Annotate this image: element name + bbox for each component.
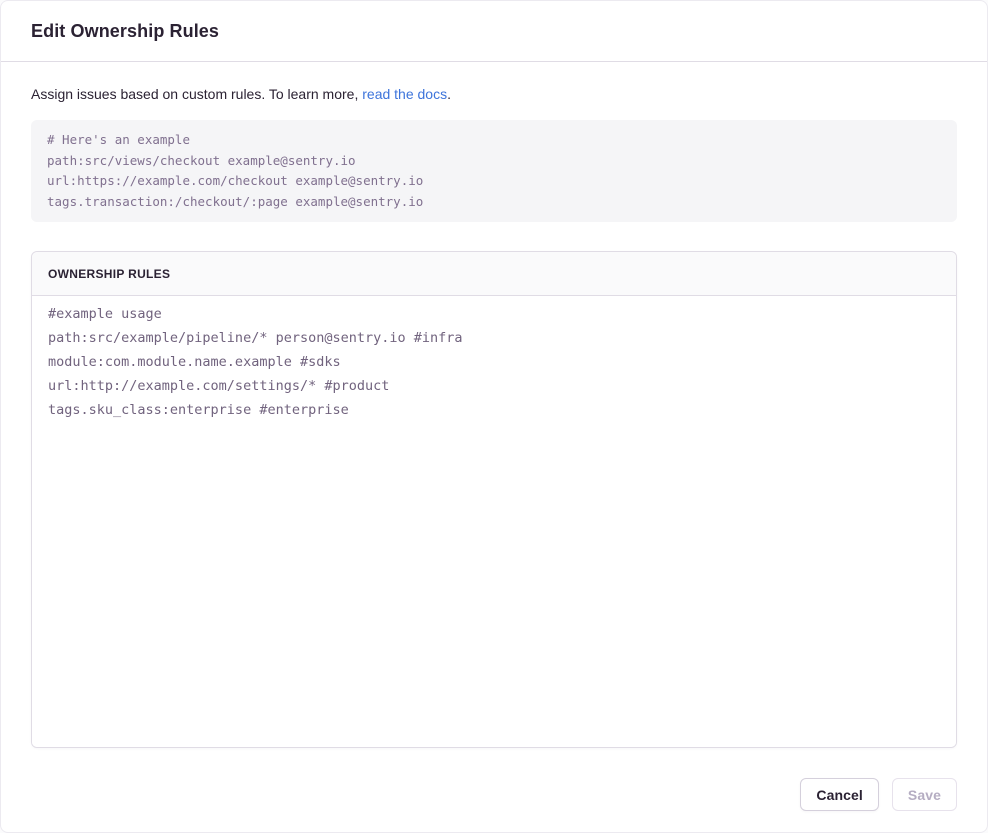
description-text: Assign issues based on custom rules. To … (31, 86, 362, 102)
ownership-rules-textarea[interactable]: #example usage path:src/example/pipeline… (32, 296, 956, 747)
example-code-line: path:src/views/checkout example@sentry.i… (47, 151, 941, 172)
description-suffix: . (447, 86, 451, 102)
modal-header: Edit Ownership Rules (1, 1, 987, 62)
example-code-block: # Here's an example path:src/views/check… (31, 120, 957, 222)
example-code-line: url:https://example.com/checkout example… (47, 171, 941, 192)
edit-ownership-rules-modal: Edit Ownership Rules Assign issues based… (0, 0, 988, 833)
ownership-rules-panel: OWNERSHIP RULES #example usage path:src/… (31, 251, 957, 748)
modal-footer: Cancel Save (1, 778, 987, 833)
read-the-docs-link[interactable]: read the docs (362, 86, 447, 102)
ownership-rules-panel-header: OWNERSHIP RULES (32, 252, 956, 296)
example-code-line: tags.transaction:/checkout/:page example… (47, 192, 941, 213)
description: Assign issues based on custom rules. To … (31, 86, 957, 103)
modal-body: Assign issues based on custom rules. To … (1, 62, 987, 778)
example-code-line: # Here's an example (47, 130, 941, 151)
save-button[interactable]: Save (892, 778, 957, 811)
ownership-rules-panel-title: OWNERSHIP RULES (48, 267, 170, 281)
cancel-button[interactable]: Cancel (800, 778, 879, 811)
modal-title: Edit Ownership Rules (31, 21, 219, 42)
